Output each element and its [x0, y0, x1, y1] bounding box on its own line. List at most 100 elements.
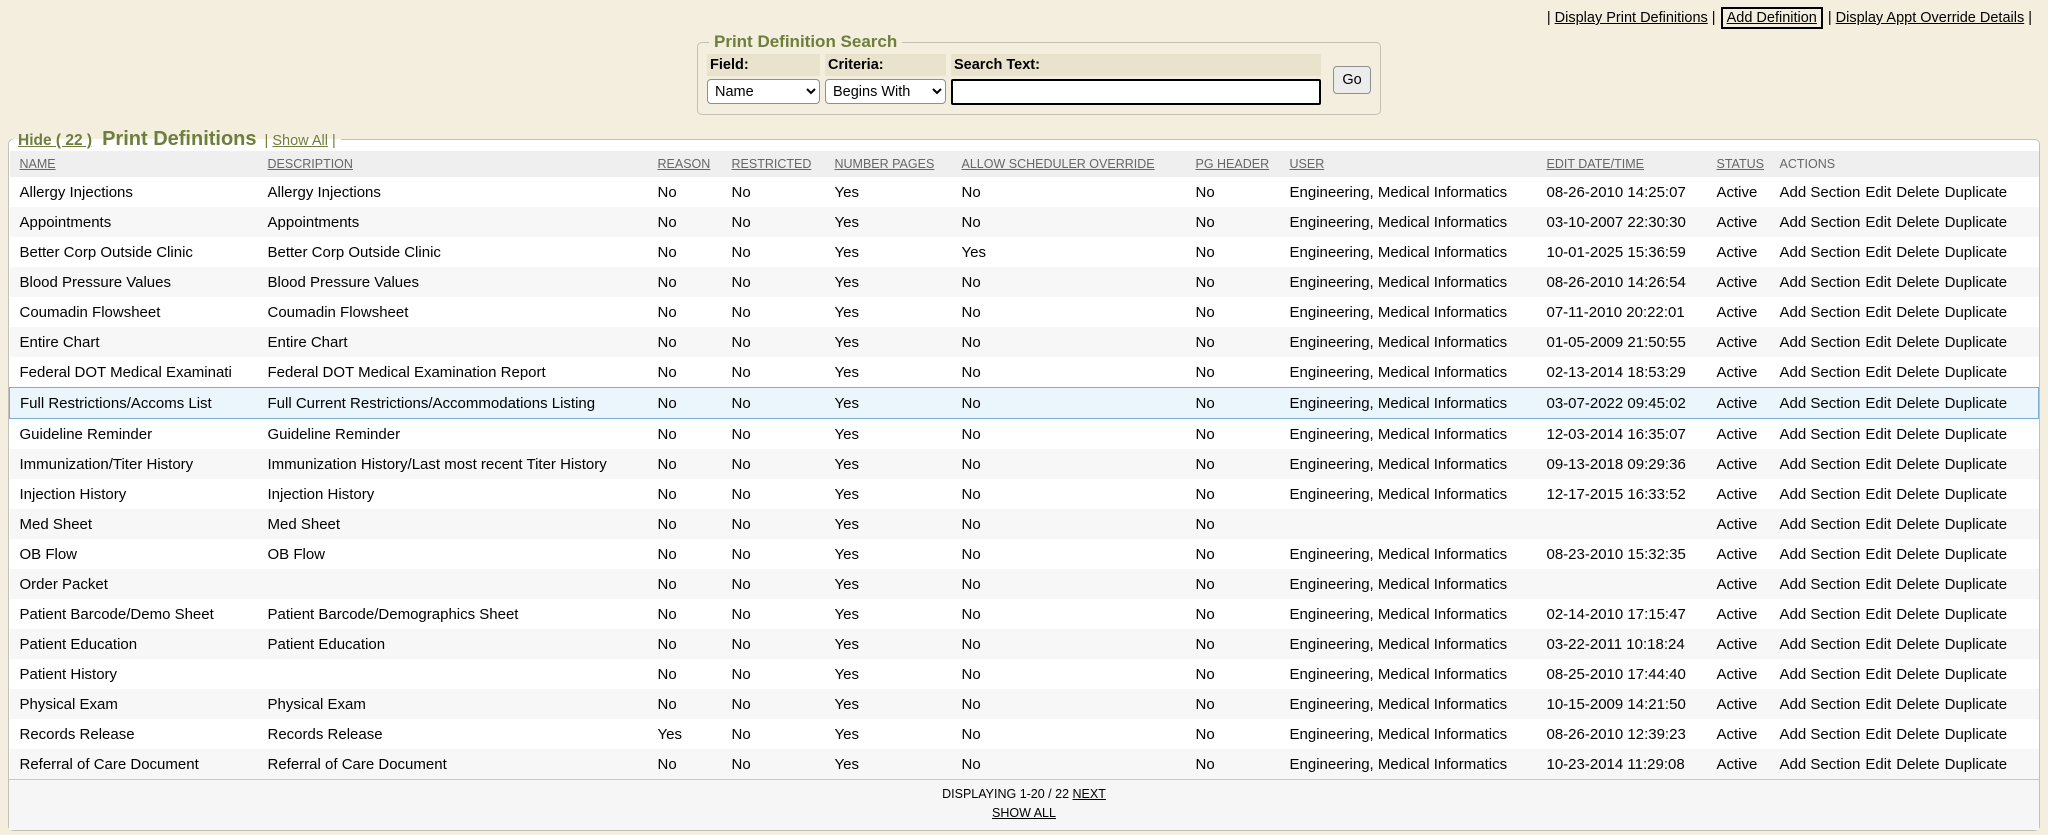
action-duplicate-link[interactable]: Duplicate — [1945, 304, 2008, 321]
action-delete-link[interactable]: Delete — [1896, 546, 1939, 563]
action-add-section-link[interactable]: Add Section — [1780, 364, 1861, 381]
action-edit-link[interactable]: Edit — [1865, 304, 1891, 321]
criteria-select[interactable]: Begins With — [825, 79, 946, 104]
action-duplicate-link[interactable]: Duplicate — [1945, 726, 2008, 743]
action-edit-link[interactable]: Edit — [1865, 756, 1891, 773]
action-duplicate-link[interactable]: Duplicate — [1945, 274, 2008, 291]
action-delete-link[interactable]: Delete — [1896, 606, 1939, 623]
action-duplicate-link[interactable]: Duplicate — [1945, 516, 2008, 533]
action-add-section-link[interactable]: Add Section — [1780, 636, 1861, 653]
action-edit-link[interactable]: Edit — [1865, 456, 1891, 473]
display-print-definitions-link[interactable]: Display Print Definitions — [1555, 10, 1708, 26]
action-edit-link[interactable]: Edit — [1865, 244, 1891, 261]
action-delete-link[interactable]: Delete — [1896, 214, 1939, 231]
action-duplicate-link[interactable]: Duplicate — [1945, 666, 2008, 683]
action-delete-link[interactable]: Delete — [1896, 486, 1939, 503]
column-header-edit-date-time[interactable]: EDIT DATE/TIME — [1547, 157, 1644, 171]
action-edit-link[interactable]: Edit — [1865, 184, 1891, 201]
column-header-user[interactable]: USER — [1290, 157, 1325, 171]
column-header-name[interactable]: NAME — [20, 157, 56, 171]
action-delete-link[interactable]: Delete — [1896, 184, 1939, 201]
field-select[interactable]: Name — [707, 79, 820, 104]
action-edit-link[interactable]: Edit — [1865, 395, 1891, 412]
action-add-section-link[interactable]: Add Section — [1780, 456, 1861, 473]
action-delete-link[interactable]: Delete — [1896, 426, 1939, 443]
action-delete-link[interactable]: Delete — [1896, 244, 1939, 261]
action-delete-link[interactable]: Delete — [1896, 726, 1939, 743]
action-add-section-link[interactable]: Add Section — [1780, 304, 1861, 321]
action-edit-link[interactable]: Edit — [1865, 364, 1891, 381]
action-duplicate-link[interactable]: Duplicate — [1945, 395, 2008, 412]
action-delete-link[interactable]: Delete — [1896, 756, 1939, 773]
column-header-number-pages[interactable]: NUMBER PAGES — [835, 157, 935, 171]
next-page-link[interactable]: NEXT — [1073, 787, 1106, 801]
action-add-section-link[interactable]: Add Section — [1780, 244, 1861, 261]
action-add-section-link[interactable]: Add Section — [1780, 184, 1861, 201]
action-edit-link[interactable]: Edit — [1865, 334, 1891, 351]
action-add-section-link[interactable]: Add Section — [1780, 334, 1861, 351]
action-delete-link[interactable]: Delete — [1896, 696, 1939, 713]
action-duplicate-link[interactable]: Duplicate — [1945, 214, 2008, 231]
hide-count-link[interactable]: Hide ( 22 ) — [18, 132, 92, 150]
action-add-section-link[interactable]: Add Section — [1780, 726, 1861, 743]
action-duplicate-link[interactable]: Duplicate — [1945, 486, 2008, 503]
action-duplicate-link[interactable]: Duplicate — [1945, 426, 2008, 443]
column-header-allow-scheduler-override[interactable]: ALLOW SCHEDULER OVERRIDE — [962, 157, 1155, 171]
action-duplicate-link[interactable]: Duplicate — [1945, 696, 2008, 713]
action-delete-link[interactable]: Delete — [1896, 576, 1939, 593]
action-add-section-link[interactable]: Add Section — [1780, 546, 1861, 563]
action-delete-link[interactable]: Delete — [1896, 304, 1939, 321]
action-duplicate-link[interactable]: Duplicate — [1945, 756, 2008, 773]
action-duplicate-link[interactable]: Duplicate — [1945, 334, 2008, 351]
action-add-section-link[interactable]: Add Section — [1780, 696, 1861, 713]
action-add-section-link[interactable]: Add Section — [1780, 666, 1861, 683]
action-edit-link[interactable]: Edit — [1865, 606, 1891, 623]
action-edit-link[interactable]: Edit — [1865, 516, 1891, 533]
action-add-section-link[interactable]: Add Section — [1780, 756, 1861, 773]
column-header-status[interactable]: STATUS — [1717, 157, 1764, 171]
action-add-section-link[interactable]: Add Section — [1780, 606, 1861, 623]
action-delete-link[interactable]: Delete — [1896, 334, 1939, 351]
action-edit-link[interactable]: Edit — [1865, 636, 1891, 653]
action-delete-link[interactable]: Delete — [1896, 274, 1939, 291]
action-duplicate-link[interactable]: Duplicate — [1945, 184, 2008, 201]
action-add-section-link[interactable]: Add Section — [1780, 576, 1861, 593]
go-button[interactable]: Go — [1333, 66, 1371, 94]
action-add-section-link[interactable]: Add Section — [1780, 274, 1861, 291]
action-edit-link[interactable]: Edit — [1865, 726, 1891, 743]
add-definition-link[interactable]: Add Definition — [1727, 10, 1817, 26]
action-add-section-link[interactable]: Add Section — [1780, 214, 1861, 231]
column-header-restricted[interactable]: RESTRICTED — [732, 157, 812, 171]
action-delete-link[interactable]: Delete — [1896, 636, 1939, 653]
action-add-section-link[interactable]: Add Section — [1780, 516, 1861, 533]
action-edit-link[interactable]: Edit — [1865, 214, 1891, 231]
column-header-description[interactable]: DESCRIPTION — [268, 157, 353, 171]
action-add-section-link[interactable]: Add Section — [1780, 395, 1861, 412]
action-edit-link[interactable]: Edit — [1865, 274, 1891, 291]
action-delete-link[interactable]: Delete — [1896, 516, 1939, 533]
column-header-reason[interactable]: REASON — [658, 157, 711, 171]
action-edit-link[interactable]: Edit — [1865, 576, 1891, 593]
action-duplicate-link[interactable]: Duplicate — [1945, 364, 2008, 381]
action-duplicate-link[interactable]: Duplicate — [1945, 636, 2008, 653]
action-duplicate-link[interactable]: Duplicate — [1945, 606, 2008, 623]
action-delete-link[interactable]: Delete — [1896, 456, 1939, 473]
show-all-pagination-link[interactable]: SHOW ALL — [992, 806, 1056, 820]
action-edit-link[interactable]: Edit — [1865, 486, 1891, 503]
search-text-input[interactable] — [951, 79, 1321, 105]
action-duplicate-link[interactable]: Duplicate — [1945, 456, 2008, 473]
action-add-section-link[interactable]: Add Section — [1780, 426, 1861, 443]
action-add-section-link[interactable]: Add Section — [1780, 486, 1861, 503]
action-edit-link[interactable]: Edit — [1865, 426, 1891, 443]
column-header-pg-header[interactable]: PG HEADER — [1196, 157, 1270, 171]
action-delete-link[interactable]: Delete — [1896, 364, 1939, 381]
display-appt-override-details-link[interactable]: Display Appt Override Details — [1836, 10, 2025, 26]
action-edit-link[interactable]: Edit — [1865, 666, 1891, 683]
show-all-link[interactable]: Show All — [272, 133, 328, 149]
action-duplicate-link[interactable]: Duplicate — [1945, 546, 2008, 563]
action-edit-link[interactable]: Edit — [1865, 696, 1891, 713]
action-delete-link[interactable]: Delete — [1896, 666, 1939, 683]
action-duplicate-link[interactable]: Duplicate — [1945, 576, 2008, 593]
action-edit-link[interactable]: Edit — [1865, 546, 1891, 563]
action-delete-link[interactable]: Delete — [1896, 395, 1939, 412]
